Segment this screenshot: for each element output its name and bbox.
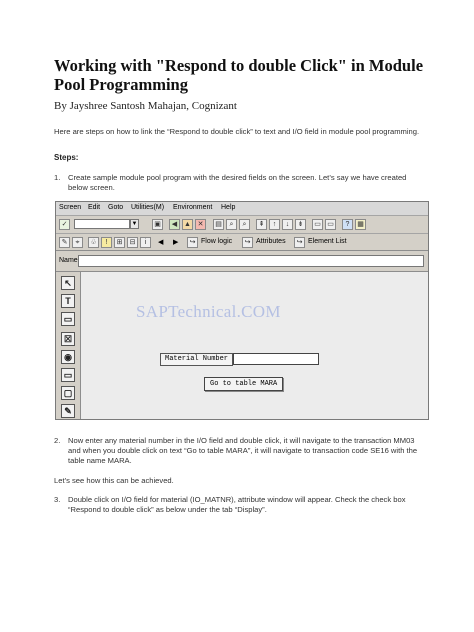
menu-edit[interactable]: Edit xyxy=(88,204,100,211)
display-change-icon[interactable]: ✎ xyxy=(59,237,70,248)
command-dropdown-icon[interactable]: ▼ xyxy=(130,219,139,229)
cancel-icon[interactable]: ✕ xyxy=(195,219,206,230)
step-3-number: 3. xyxy=(54,495,61,504)
info-icon[interactable]: i xyxy=(140,237,151,248)
flow-logic-icon[interactable]: ↪ xyxy=(187,237,198,248)
attributes-icon[interactable]: ↪ xyxy=(242,237,253,248)
shortcut-icon[interactable]: ▭ xyxy=(325,219,336,230)
enter-icon[interactable]: ✓ xyxy=(59,219,70,230)
test-icon[interactable]: ⊞ xyxy=(114,237,125,248)
step-1-text: Create sample module pool program with t… xyxy=(68,173,407,192)
attributes-button[interactable]: Attributes xyxy=(256,238,286,245)
where-used-icon[interactable]: ⊟ xyxy=(127,237,138,248)
text-field-tool-icon[interactable]: T xyxy=(61,294,75,308)
name-bar: Name xyxy=(56,251,428,272)
sap-menu-bar: Screen Edit Goto Utilities(M) Environmen… xyxy=(56,202,428,216)
step-1-number: 1. xyxy=(54,173,61,182)
checkbox-tool-icon[interactable]: ☒ xyxy=(61,332,75,346)
name-label: Name xyxy=(59,257,78,264)
find-next-icon[interactable]: ⌕ xyxy=(239,219,250,230)
next-page-icon[interactable]: ↓ xyxy=(282,219,293,230)
element-palette: ↖ T ▭ ☒ ◉ ▭ ▢ ✎ xyxy=(56,272,81,419)
element-list-icon[interactable]: ↪ xyxy=(294,237,305,248)
exit-icon[interactable]: ▲ xyxy=(182,219,193,230)
check-icon[interactable]: ♧ xyxy=(88,237,99,248)
step-3-text: Double click on I/O field for material (… xyxy=(68,495,406,514)
find-icon[interactable]: ⌕ xyxy=(226,219,237,230)
radio-button-tool-icon[interactable]: ◉ xyxy=(61,350,75,364)
material-number-label[interactable]: Material Number xyxy=(160,353,234,366)
step-2-text: Now enter any material number in the I/O… xyxy=(68,436,418,465)
activate-icon[interactable]: ! xyxy=(101,237,112,248)
layout-menu-icon[interactable]: ▦ xyxy=(355,219,366,230)
step-2-number: 2. xyxy=(54,436,61,445)
box-tool-icon[interactable]: ▢ xyxy=(61,386,75,400)
back-icon[interactable]: ◀ xyxy=(169,219,180,230)
saptechnical-watermark: SAPTechnical.COM xyxy=(136,302,281,321)
intro-paragraph: Here are steps on how to link the “Respo… xyxy=(54,127,420,136)
byline: By Jayshree Santosh Mahajan, Cognizant xyxy=(54,100,237,112)
subscreen-tool-icon[interactable]: ✎ xyxy=(61,404,75,418)
other-object-icon[interactable]: ⌖ xyxy=(72,237,83,248)
menu-help[interactable]: Help xyxy=(221,204,235,211)
name-field[interactable] xyxy=(78,255,424,267)
menu-screen[interactable]: Screen xyxy=(59,204,81,211)
print-icon[interactable]: ▤ xyxy=(213,219,224,230)
sap-application-toolbar: ✎ ⌖ ♧ ! ⊞ ⊟ i ◀ ▶ ↪ Flow logic ↪ Attribu… xyxy=(56,234,428,251)
element-list-button[interactable]: Element List xyxy=(308,238,347,245)
sap-screen-painter-screenshot: Screen Edit Goto Utilities(M) Environmen… xyxy=(55,201,429,420)
document-title: Working with "Respond to double Click" i… xyxy=(54,56,424,94)
new-session-icon[interactable]: ▭ xyxy=(312,219,323,230)
pushbutton-tool-icon[interactable]: ▭ xyxy=(61,368,75,382)
first-page-icon[interactable]: ⇞ xyxy=(256,219,267,230)
menu-goto[interactable]: Goto xyxy=(108,204,123,211)
last-page-icon[interactable]: ⇟ xyxy=(295,219,306,230)
steps-heading: Steps: xyxy=(54,153,79,162)
command-field[interactable] xyxy=(74,219,130,229)
menu-environment[interactable]: Environment xyxy=(173,204,212,211)
go-to-table-mara-button[interactable]: Go to table MARA xyxy=(204,377,284,391)
previous-arrow-icon[interactable]: ◀ xyxy=(158,238,163,246)
material-number-input[interactable] xyxy=(233,353,319,365)
next-arrow-icon[interactable]: ▶ xyxy=(173,238,178,246)
pointer-tool-icon[interactable]: ↖ xyxy=(61,276,75,290)
flow-logic-button[interactable]: Flow logic xyxy=(201,238,232,245)
help-icon[interactable]: ? xyxy=(342,219,353,230)
lets-see-paragraph: Let’s see how this can be achieved. xyxy=(54,476,174,485)
menu-utilities[interactable]: Utilities(M) xyxy=(131,204,164,211)
layout-canvas: SAPTechnical.COM Material Number Go to t… xyxy=(81,272,428,419)
sap-system-toolbar: ✓ ▼ ▣ ◀ ▲ ✕ ▤ ⌕ ⌕ ⇞ ↑ ↓ ⇟ ▭ ▭ ? ▦ xyxy=(56,216,428,234)
save-icon[interactable]: ▣ xyxy=(152,219,163,230)
input-field-tool-icon[interactable]: ▭ xyxy=(61,312,75,326)
previous-page-icon[interactable]: ↑ xyxy=(269,219,280,230)
